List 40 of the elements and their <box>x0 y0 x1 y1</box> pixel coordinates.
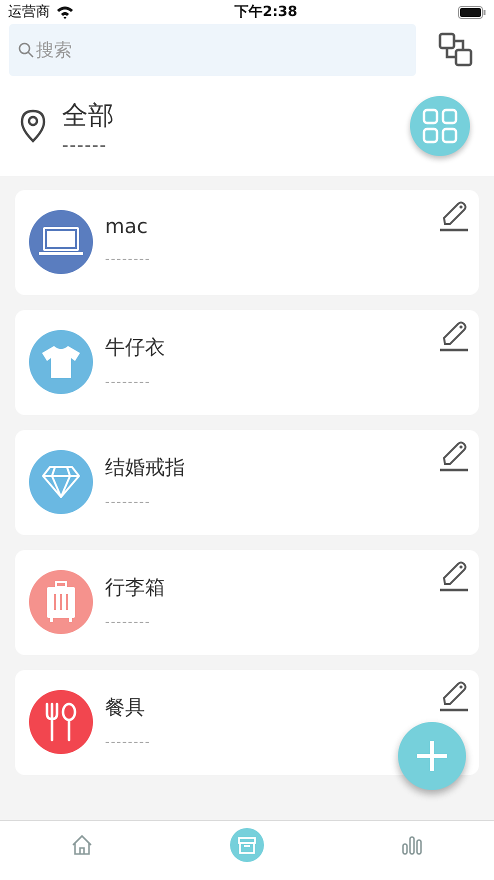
item-subtitle: -------- <box>105 375 152 390</box>
item-name: 牛仔衣 <box>105 334 166 361</box>
carrier-name: 运营商 <box>8 3 50 21</box>
item-name: 行李箱 <box>105 574 166 601</box>
item-card[interactable]: 结婚戒指 -------- <box>15 430 479 535</box>
pencil-icon <box>439 200 469 232</box>
item-name: 结婚戒指 <box>105 454 186 481</box>
home-icon <box>71 834 94 856</box>
item-subtitle: -------- <box>105 735 152 750</box>
status-time: 下午2:38 <box>234 3 298 21</box>
pencil-icon <box>439 560 469 592</box>
item-subtitle: -------- <box>105 252 152 267</box>
grid-icon <box>422 108 458 144</box>
location-title: 全部 <box>62 100 115 132</box>
shirt-icon <box>41 345 81 379</box>
item-card[interactable]: 餐具 -------- <box>15 670 479 775</box>
item-subtitle: -------- <box>105 495 152 510</box>
diamond-icon <box>41 465 81 499</box>
pencil-icon <box>439 440 469 472</box>
item-card[interactable]: 牛仔衣 -------- <box>15 310 479 415</box>
laptop-icon <box>38 227 84 257</box>
location-pin-icon <box>20 109 46 143</box>
utensils-icon <box>44 702 78 742</box>
switch-view-icon[interactable] <box>438 32 474 68</box>
search-field[interactable]: 搜索 <box>9 24 416 76</box>
location-subtitle: ------ <box>62 136 108 154</box>
item-subtitle: -------- <box>105 615 152 630</box>
wifi-icon <box>56 6 74 18</box>
item-name: mac <box>105 214 149 238</box>
search-icon <box>18 42 34 58</box>
plus-icon <box>417 741 447 771</box>
item-name: 餐具 <box>105 694 146 721</box>
suitcase-icon <box>46 581 76 623</box>
bar-chart-icon <box>400 835 423 855</box>
battery-icon <box>458 6 486 18</box>
archive-box-icon <box>237 835 257 855</box>
pencil-icon <box>439 320 469 352</box>
item-card[interactable]: 行李箱 -------- <box>15 550 479 655</box>
item-card[interactable]: mac -------- <box>15 190 479 295</box>
pencil-icon <box>439 680 469 712</box>
